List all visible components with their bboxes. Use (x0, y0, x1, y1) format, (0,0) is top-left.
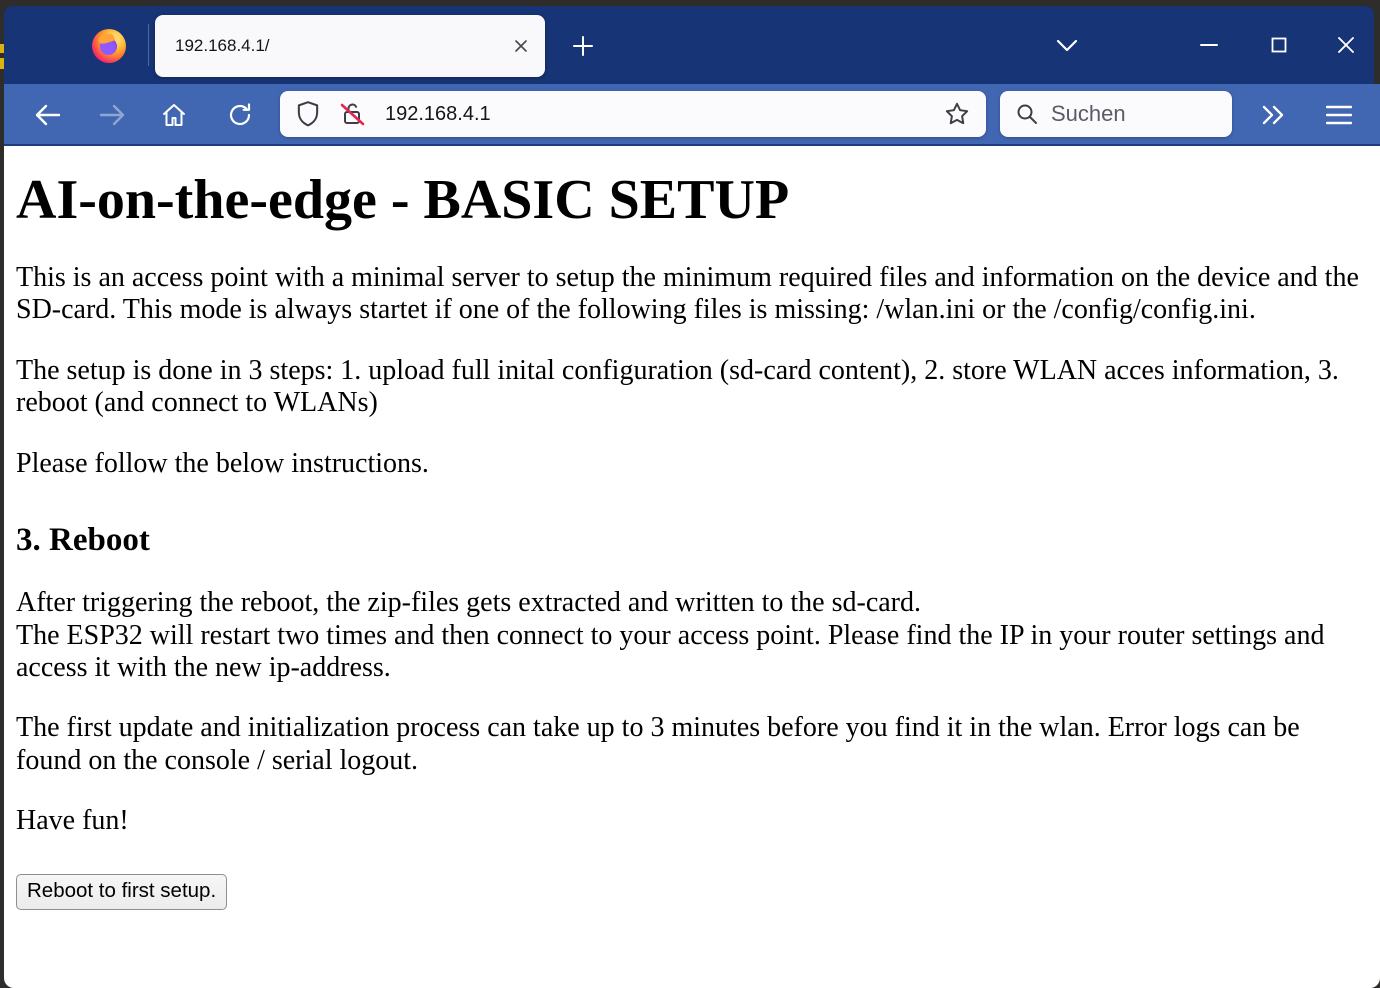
reload-icon[interactable] (221, 96, 259, 134)
reboot-description-line1: After triggering the reboot, the zip-fil… (16, 587, 921, 618)
home-icon[interactable] (155, 96, 193, 134)
section-heading-reboot: 3. Reboot (16, 522, 1364, 559)
browser-toolbar: 192.168.4.1 (4, 84, 1380, 146)
url-bar[interactable]: 192.168.4.1 (280, 91, 986, 137)
reboot-description: After triggering the reboot, the zip-fil… (16, 587, 1364, 684)
tab-title: 192.168.4.1/ (175, 36, 507, 56)
back-icon[interactable] (29, 96, 67, 134)
desktop-background: 192.168.4.1/ (0, 0, 1380, 988)
intro-paragraph-1: This is an access point with a minimal s… (16, 262, 1364, 327)
reboot-button[interactable]: Reboot to first setup. (16, 874, 227, 910)
tab-list-chevron-icon[interactable] (1047, 30, 1087, 62)
search-input[interactable] (1049, 100, 1223, 128)
url-text[interactable]: 192.168.4.1 (385, 103, 944, 126)
search-icon (1015, 102, 1039, 126)
browser-tab[interactable]: 192.168.4.1/ (155, 15, 545, 77)
note-paragraph: The first update and initialization proc… (16, 712, 1364, 777)
search-bar[interactable] (1000, 91, 1232, 137)
firefox-logo-icon (92, 29, 126, 63)
outro-paragraph: Have fun! (16, 805, 1364, 837)
window-close-icon[interactable] (1316, 22, 1376, 68)
minimize-icon[interactable] (1179, 22, 1239, 68)
new-tab-icon[interactable] (565, 28, 601, 64)
forward-icon[interactable] (93, 96, 131, 134)
intro-paragraph-3: Please follow the below instructions. (16, 448, 1364, 480)
tab-separator (148, 24, 149, 66)
web-page-content: AI-on-the-edge - BASIC SETUP This is an … (4, 146, 1380, 988)
page-title: AI-on-the-edge - BASIC SETUP (16, 169, 1364, 232)
tracking-shield-icon[interactable] (295, 100, 321, 128)
intro-paragraph-2: The setup is done in 3 steps: 1. upload … (16, 355, 1364, 420)
tab-close-icon[interactable] (507, 32, 535, 60)
reboot-description-line2: The ESP32 will restart two times and the… (16, 620, 1324, 683)
hamburger-menu-icon[interactable] (1318, 96, 1360, 134)
browser-titlebar: 192.168.4.1/ (4, 6, 1374, 84)
overflow-chevrons-icon[interactable] (1254, 96, 1294, 134)
insecure-lock-slash-icon[interactable] (337, 99, 367, 129)
maximize-icon[interactable] (1249, 22, 1309, 68)
reboot-form: Reboot to first setup. (16, 874, 1364, 910)
bookmark-star-icon[interactable] (944, 101, 970, 127)
